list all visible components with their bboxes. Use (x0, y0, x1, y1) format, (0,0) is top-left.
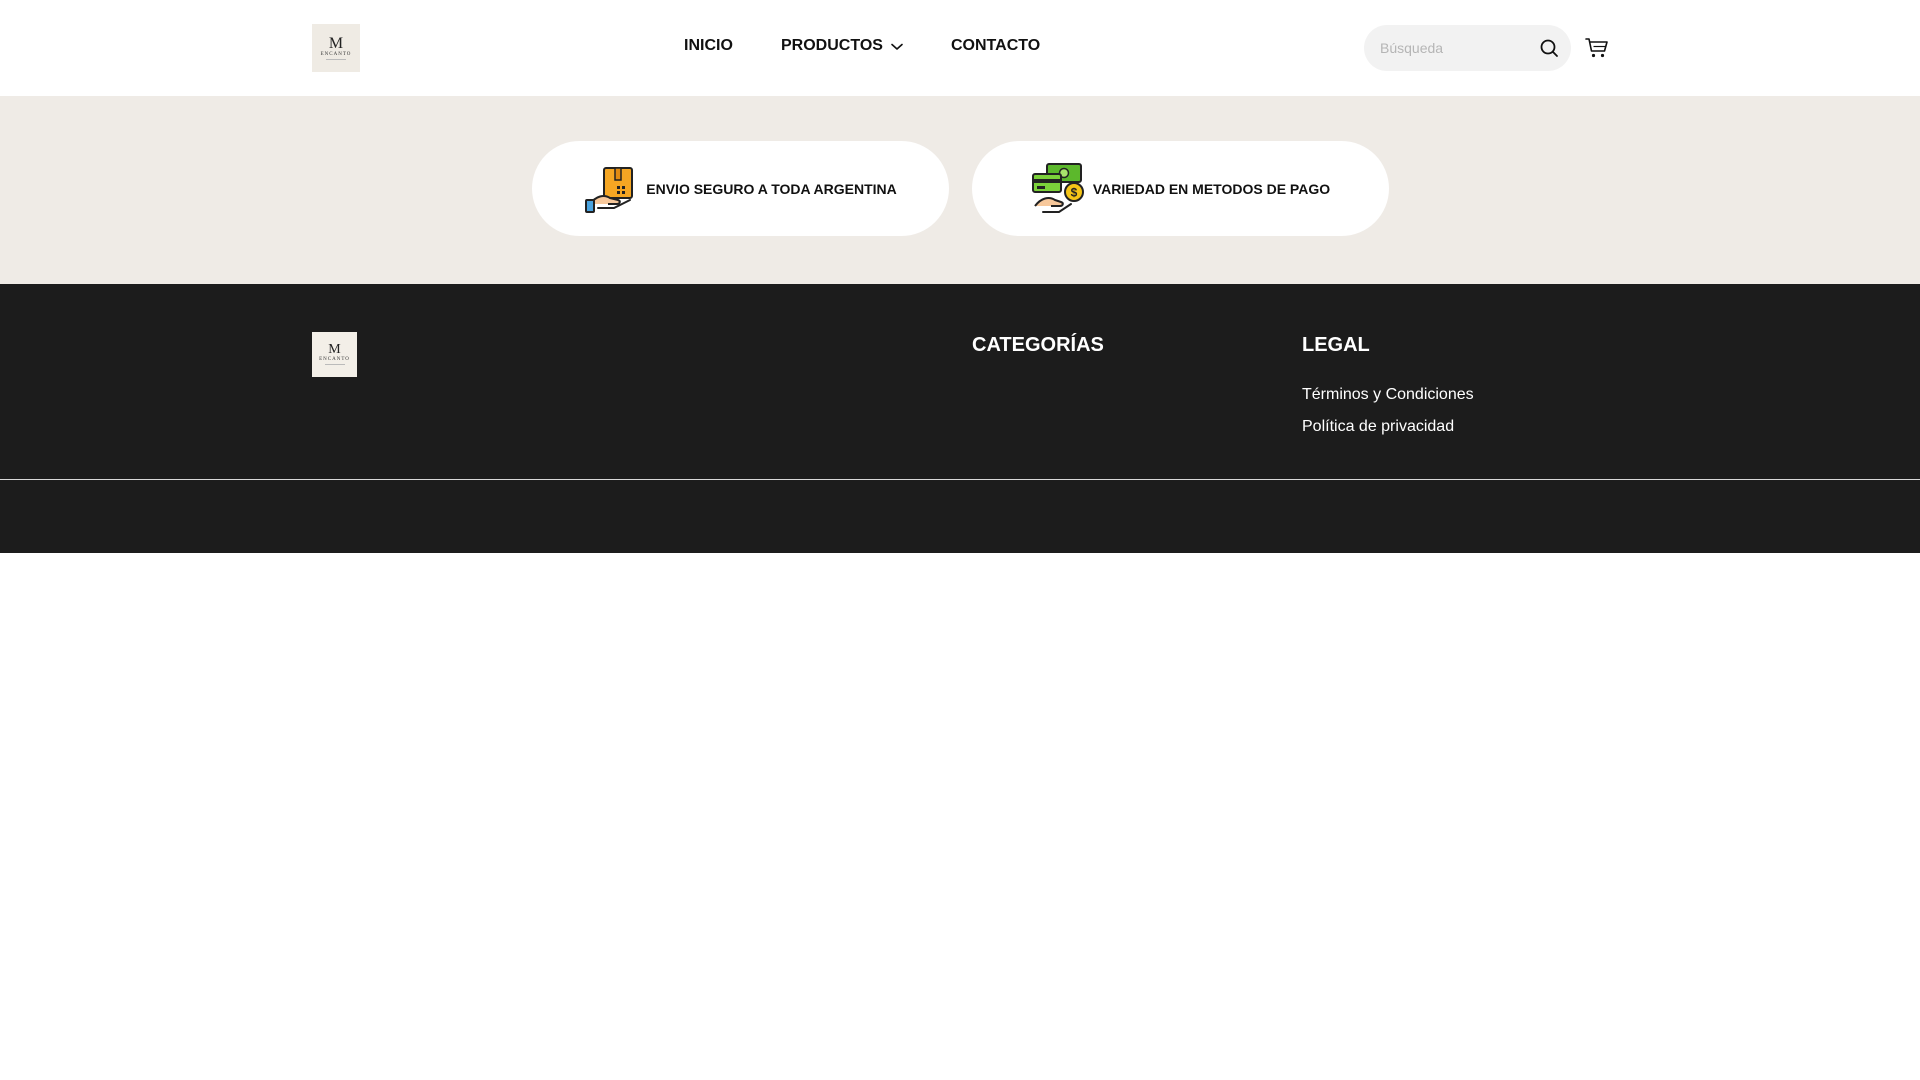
logo-divider (324, 364, 345, 365)
search-input[interactable] (1380, 25, 1530, 71)
footer-brand-logo[interactable]: M ENCANTO (312, 332, 357, 377)
nav-item-contacto[interactable]: CONTACTO (951, 37, 1040, 55)
benefits-band: ENVIO SEGURO A TODA ARGENTINA $ VARIEDAD… (0, 96, 1920, 284)
footer-link-terms[interactable]: Términos y Condiciones (1302, 386, 1474, 404)
footer-heading-categories: CATEGORÍAS (972, 334, 1104, 356)
benefit-label: ENVIO SEGURO A TODA ARGENTINA (646, 180, 897, 197)
logo-letter: M (328, 34, 344, 52)
money-card-hand-icon: $ (1031, 162, 1084, 213)
logo-divider (326, 58, 346, 60)
benefit-label: VARIEDAD EN METODOS DE PAGO (1092, 180, 1331, 197)
brand-logo[interactable]: M ENCANTO (312, 24, 360, 72)
chevron-down-icon (891, 43, 903, 50)
site-footer: M ENCANTO CATEGORÍAS LEGAL Términos y Co… (0, 284, 1920, 553)
nav-item-inicio[interactable]: INICIO (684, 37, 733, 55)
nav-item-label: CONTACTO (951, 37, 1041, 54)
site-header: M ENCANTO INICIO PRODUCTOS CONTACTO (0, 0, 1920, 96)
benefit-card-shipping: ENVIO SEGURO A TODA ARGENTINA (532, 141, 949, 236)
footer-heading-legal: LEGAL (1302, 334, 1370, 356)
cart-icon[interactable] (1585, 37, 1609, 59)
nav-item-label: PRODUCTOS (781, 37, 883, 54)
logo-letter: M (328, 342, 341, 357)
svg-text:$: $ (1071, 185, 1078, 199)
logo-word: ENCANTO (319, 357, 350, 362)
footer-link-privacy[interactable]: Política de privacidad (1302, 418, 1454, 436)
search-bar (1364, 25, 1571, 71)
delivery-box-hand-icon (585, 166, 634, 213)
nav-item-productos[interactable]: PRODUCTOS (781, 37, 903, 55)
nav-item-label: INICIO (684, 37, 733, 54)
search-icon[interactable] (1539, 38, 1559, 58)
logo-word: ENCANTO (320, 51, 352, 57)
benefit-card-payment: $ VARIEDAD EN METODOS DE PAGO (972, 141, 1389, 236)
footer-divider (0, 479, 1920, 480)
